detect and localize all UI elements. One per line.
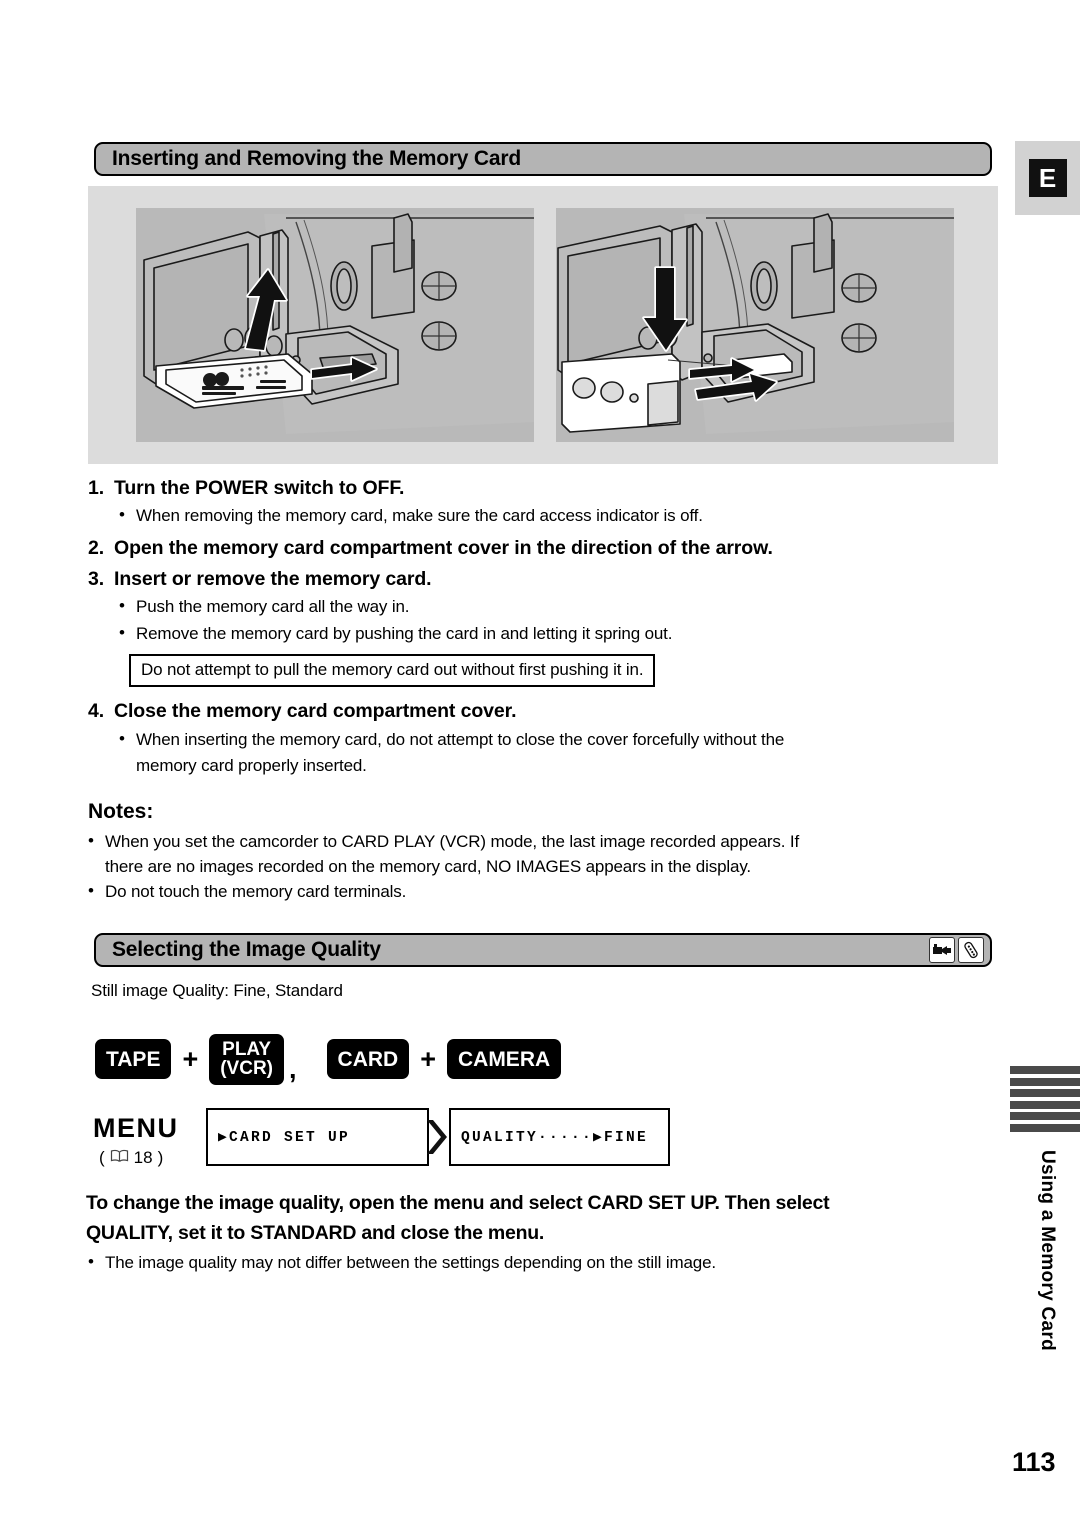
mode-badge-tape-label: TAPE [106,1047,161,1071]
step-4-text: Close the memory card compartment cover. [114,700,517,722]
plus-symbol-1: + [182,1043,199,1074]
step-2-number: 2. [88,537,105,559]
step-4-bullet-1: • When inserting the memory card, do not… [119,729,989,750]
bullet-dot: • [88,881,94,900]
directive-line-1: To change the image quality, open the me… [86,1192,830,1214]
mode-badge-camera-label: CAMERA [457,1047,551,1071]
note-1-cont: there are no images recorded on the memo… [105,857,751,876]
directive-bullet: • The image quality may not differ betwe… [88,1252,988,1273]
step-4-bullet-1-cont: memory card properly inserted. [136,756,367,775]
manual-page: E Inserting and Removing the Memory Card [0,0,1080,1526]
book-icon [110,1148,129,1168]
sidebar-bar-3 [1010,1089,1080,1098]
step-1-bullet-1-text: When removing the memory card, make sure… [136,506,703,525]
notes-title: Notes: [88,800,154,823]
sidebar-bar-1 [1010,1066,1080,1074]
mode-badge-play-vcr: PLAY (VCR) [209,1034,285,1085]
mode-badge-card-label: CARD [337,1047,399,1071]
bullet-dot: • [119,596,125,615]
sidebar-bar-2 [1010,1077,1080,1086]
bullet-dot: • [119,505,125,524]
section2-title: Selecting the Image Quality [112,938,381,961]
mode-badge-tape: TAPE [95,1039,172,1080]
step-2: 2. Open the memory card compartment cover… [88,537,773,560]
mode-badge-card: CARD [326,1039,410,1080]
step-3-bullet-1-text: Push the memory card all the way in. [136,597,410,616]
step-3-number: 3. [88,568,105,590]
step-3-bullet-1: • Push the memory card all the way in. [119,596,949,617]
step-3-bullet-2-text: Remove the memory card by pushing the ca… [136,624,673,643]
mode-badge-play-label: PLAY [222,1039,272,1060]
menu-label: MENU [93,1113,179,1143]
step-3-text: Insert or remove the memory card. [114,568,432,590]
comma-symbol: , [289,1053,297,1084]
step-3: 3. Insert or remove the memory card. [88,568,432,591]
note-2: • Do not touch the memory card terminals… [88,881,988,902]
note-1-text: When you set the camcorder to CARD PLAY … [105,832,800,851]
menu-ref-open: ( [99,1148,105,1167]
remote-control-icon [958,937,984,963]
sidebar-bar-6 [1010,1123,1080,1132]
step-4-bullet-1-text: When inserting the memory card, do not a… [136,730,785,749]
illustration-insert-card [136,208,534,442]
bullet-dot: • [119,623,125,642]
menu-page-reference: ( 18 ) [99,1148,163,1168]
step-1: 1. Turn the POWER switch to OFF. [88,477,404,500]
language-badge-block: E [1015,141,1080,215]
menu-flow-arrow-icon [425,1118,449,1156]
section-header-image-quality: Selecting the Image Quality [94,933,992,967]
menu-ref-close: ) [157,1148,164,1167]
step-4-number: 4. [88,700,105,722]
header-icon-group [929,937,990,963]
warning-box: Do not attempt to pull the memory card o… [129,654,656,687]
directive-line-2: QUALITY, set it to STANDARD and close th… [86,1222,545,1244]
camcorder-icon [929,937,955,963]
illustration-panel [88,186,998,464]
sidebar-tab-bars [1010,1066,1080,1132]
menu-screen-quality-fine[interactable]: QUALITY·····▶FINE [449,1108,670,1166]
note-1: • When you set the camcorder to CARD PLA… [88,831,988,852]
mode-badge-camera: CAMERA [446,1039,562,1080]
step-1-bullet-1: • When removing the memory card, make su… [119,505,949,526]
bullet-dot: • [88,831,94,850]
step-1-number: 1. [88,477,105,499]
bullet-dot: • [88,1252,94,1271]
mode-badge-row: TAPE + PLAY (VCR) , CARD + CAMERA [95,1034,562,1085]
plus-symbol-2: + [420,1043,436,1074]
section1-title: Inserting and Removing the Memory Card [112,147,521,170]
directive-bullet-text: The image quality may not differ between… [105,1253,716,1272]
image-quality-subtitle: Still image Quality: Fine, Standard [91,981,343,1000]
sidebar-chapter-label: Using a Memory Card [1037,1150,1058,1352]
sidebar-bar-5 [1010,1112,1080,1121]
section-header-inserting-removing: Inserting and Removing the Memory Card [94,142,992,176]
page-number: 113 [1012,1447,1056,1477]
step-1-text: Turn the POWER switch to OFF. [114,477,405,499]
step-2-text: Open the memory card compartment cover i… [114,537,773,559]
step-3-bullet-2: • Remove the memory card by pushing the … [119,623,949,644]
note-2-text: Do not touch the memory card terminals. [105,882,407,901]
illustration-remove-card [556,208,954,442]
bullet-dot: • [119,729,125,748]
menu-screen-card-set-up[interactable]: ▶CARD SET UP [206,1108,429,1166]
mode-badge-vcr-label: (VCR) [220,1058,274,1080]
sidebar-bar-4 [1010,1100,1080,1109]
step-4: 4. Close the memory card compartment cove… [88,700,517,723]
language-badge: E [1028,159,1067,197]
menu-ref-page: 18 [133,1148,153,1167]
